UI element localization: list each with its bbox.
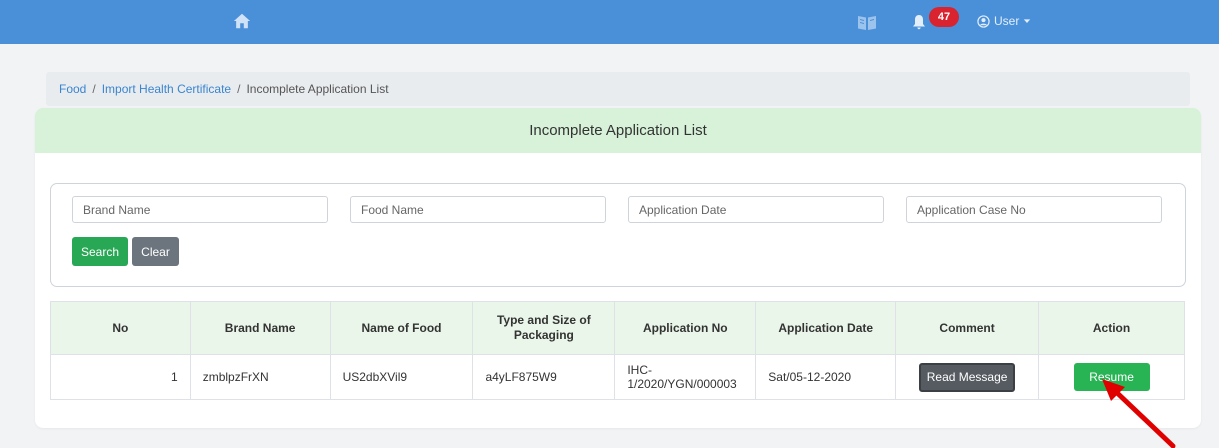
- application-case-no-input[interactable]: [906, 196, 1162, 223]
- user-circle-icon: [977, 14, 990, 28]
- application-list-card: Incomplete Application List Search Clear…: [35, 108, 1201, 428]
- column-header-application-date[interactable]: Application Date: [755, 301, 897, 355]
- read-message-button[interactable]: Read Message: [919, 362, 1016, 392]
- user-label: User: [994, 14, 1020, 28]
- table-header-row: No Brand Name Name of Food Type and Size…: [50, 301, 1185, 355]
- search-button[interactable]: Search: [72, 237, 128, 266]
- user-menu[interactable]: User: [977, 11, 1031, 31]
- book-icon[interactable]: [857, 13, 877, 31]
- breadcrumb: Food / Import Health Certificate / Incom…: [46, 72, 1190, 106]
- cell-name-of-food: US2dbXVil9: [329, 354, 474, 400]
- cell-comment: Read Message: [895, 354, 1040, 400]
- breadcrumb-food[interactable]: Food: [59, 82, 86, 96]
- column-header-no[interactable]: No: [50, 301, 191, 355]
- page-title: Incomplete Application List: [35, 108, 1201, 153]
- application-date-input[interactable]: [628, 196, 884, 223]
- brand-name-input[interactable]: [72, 196, 328, 223]
- food-name-input[interactable]: [350, 196, 606, 223]
- column-header-comment: Comment: [895, 301, 1040, 355]
- column-header-packaging[interactable]: Type and Size of Packaging: [472, 301, 616, 355]
- column-header-brand-name[interactable]: Brand Name: [189, 301, 331, 355]
- applications-table: No Brand Name Name of Food Type and Size…: [50, 301, 1185, 400]
- bell-icon[interactable]: [912, 14, 926, 30]
- breadcrumb-separator: /: [92, 82, 96, 96]
- cell-brand-name: zmblpzFrXN: [189, 354, 331, 400]
- home-icon[interactable]: [233, 12, 251, 30]
- notification-count-badge[interactable]: 47: [929, 7, 959, 27]
- clear-button[interactable]: Clear: [132, 237, 179, 266]
- top-navbar: 47 User: [0, 0, 1219, 44]
- cell-action: Resume: [1038, 354, 1185, 400]
- breadcrumb-current: Incomplete Application List: [246, 82, 389, 96]
- breadcrumb-separator: /: [237, 82, 241, 96]
- column-header-application-no[interactable]: Application No: [614, 301, 757, 355]
- breadcrumb-import-health-certificate[interactable]: Import Health Certificate: [102, 82, 231, 96]
- cell-application-no: IHC-1/2020/YGN/000003: [614, 354, 757, 400]
- cell-no: 1: [50, 354, 191, 400]
- column-header-action: Action: [1038, 301, 1185, 355]
- caret-down-icon: [1024, 19, 1031, 23]
- column-header-name-of-food[interactable]: Name of Food: [329, 301, 474, 355]
- table-row: 1 zmblpzFrXN US2dbXVil9 a4yLF875W9 IHC-1…: [50, 354, 1185, 400]
- cell-application-date: Sat/05-12-2020: [755, 354, 897, 400]
- search-panel: Search Clear: [50, 183, 1186, 287]
- cell-packaging: a4yLF875W9: [472, 354, 616, 400]
- resume-button[interactable]: Resume: [1073, 363, 1150, 391]
